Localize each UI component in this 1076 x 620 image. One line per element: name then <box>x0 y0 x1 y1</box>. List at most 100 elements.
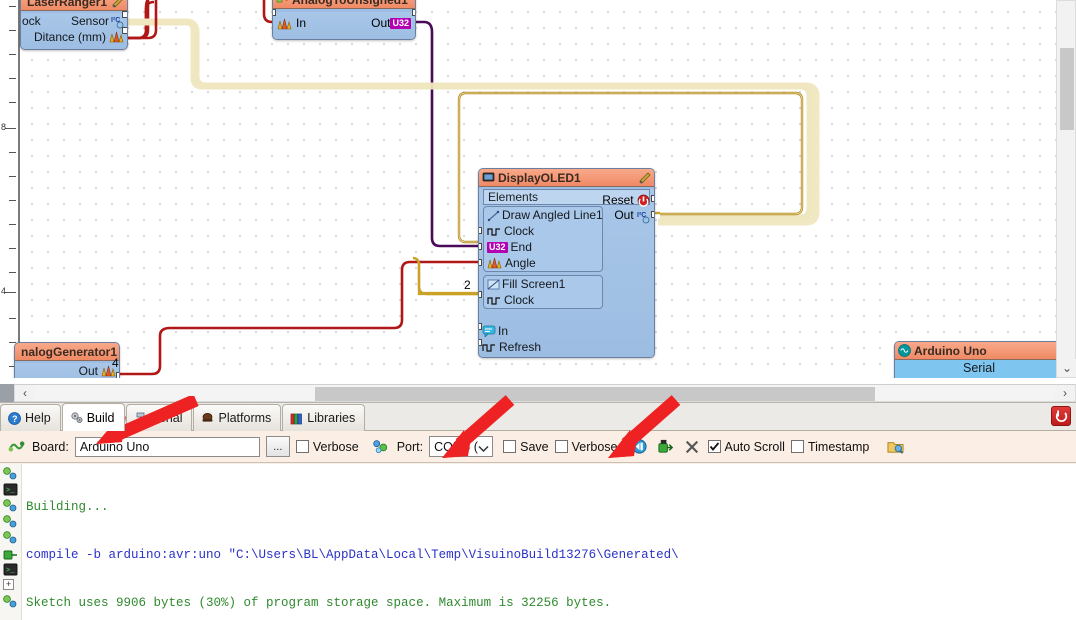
pin-out-right[interactable] <box>116 372 119 378</box>
element-title-label: Fill Screen1 <box>502 277 566 291</box>
svg-text:>_: >_ <box>6 567 15 575</box>
timestamp-checkbox[interactable]: Timestamp <box>790 439 870 454</box>
expander-toggle[interactable]: + <box>3 579 14 590</box>
pin-sensor-out[interactable] <box>122 11 127 18</box>
tab-help[interactable]: ? Help <box>0 404 61 431</box>
verbose-upload-checkbox[interactable]: Verbose <box>554 440 618 454</box>
reset-icon <box>637 194 650 208</box>
tab-label: Build <box>86 410 115 425</box>
pin-end[interactable] <box>479 243 482 250</box>
pin-row-end[interactable]: U32 End <box>484 239 602 255</box>
pin-row-angle[interactable]: Angle <box>484 255 602 271</box>
horizontal-scrollbar-thumb[interactable] <box>315 387 875 401</box>
tab-platforms[interactable]: Platforms <box>193 404 282 431</box>
pin-row-out[interactable]: Out I²C <box>602 208 650 224</box>
component-title-label: AnalogToUnsigned1 <box>289 0 412 7</box>
checkbox-box[interactable] <box>503 440 517 453</box>
component-analog-generator[interactable]: nalogGenerator1 Out <box>14 342 120 378</box>
scroll-left-button[interactable]: ‹ <box>15 385 35 401</box>
element-group-fill-screen[interactable]: Fill Screen1 Clock <box>483 275 603 309</box>
clock-icon <box>487 226 501 237</box>
pin-row-distance[interactable]: Ditance (mm) <box>21 29 127 45</box>
pin-distance-out[interactable] <box>122 27 127 34</box>
pin-label-in: In <box>498 324 509 338</box>
auto-scroll-checkbox[interactable]: Auto Scroll <box>707 440 785 454</box>
horizontal-scrollbar[interactable]: ‹ › <box>14 384 1076 402</box>
pin-in-left[interactable] <box>479 323 482 330</box>
visuino-window: 8 4 LaserRanger1 Sensor I²C Ditance (mm)… <box>0 0 1076 620</box>
pin-refresh-left[interactable] <box>479 339 482 346</box>
component-display-oled[interactable]: DisplayOLED1 Reset Out I²C Elements Draw… <box>478 168 655 358</box>
open-folder-icon[interactable] <box>885 437 905 457</box>
pin-out[interactable] <box>412 9 415 16</box>
scroll-down-button[interactable]: ⌄ <box>1058 359 1076 377</box>
pin-row-clock2[interactable]: Clock <box>484 292 602 308</box>
gears-icon <box>2 466 19 481</box>
timestamp-label: Timestamp <box>807 439 870 454</box>
platforms-icon <box>201 412 214 425</box>
pin-angle[interactable] <box>479 259 482 266</box>
component-arduino-uno[interactable]: Arduino Uno Serial <box>894 341 1064 378</box>
diagram-canvas[interactable]: 8 4 LaserRanger1 Sensor I²C Ditance (mm)… <box>0 0 1076 378</box>
port-select[interactable]: COM5 ( <box>429 436 494 457</box>
pin-label-out: Out <box>371 16 391 30</box>
scroll-right-button[interactable]: › <box>1055 385 1075 401</box>
gears-icon <box>2 594 19 609</box>
checkbox-box[interactable] <box>295 440 309 453</box>
compile-icon[interactable] <box>630 437 650 457</box>
console-lines: Building... compile -b arduino:avr:uno "… <box>26 467 1076 620</box>
u32-badge-icon: U32 <box>487 241 508 253</box>
save-label: Save <box>520 439 549 454</box>
wire-label-4: 4 <box>112 356 119 370</box>
component-title-bar: AnalogToUnsigned1 <box>273 0 415 9</box>
pin-label-end: End <box>510 240 532 254</box>
console-line: Building... <box>26 500 109 514</box>
component-analog-to-unsigned[interactable]: AnalogToUnsigned1 In Out U32 <box>272 0 416 40</box>
pin-reset-right[interactable] <box>651 195 654 202</box>
checkbox-box[interactable] <box>707 440 721 453</box>
pin-row-serial[interactable]: Serial <box>895 360 1063 376</box>
tab-build[interactable]: Build <box>61 403 125 431</box>
pin-row-in[interactable]: In <box>479 323 654 339</box>
browse-label: ... <box>273 440 283 453</box>
pin-label-reset: Reset <box>602 193 634 207</box>
pin-row-reset[interactable]: Reset <box>602 193 650 208</box>
i2c-icon: I²C <box>637 210 650 224</box>
clear-x-icon[interactable] <box>682 437 702 457</box>
checkbox-box[interactable] <box>554 440 568 453</box>
chevron-down-icon: ⌄ <box>1061 361 1073 375</box>
component-title-bar: LaserRanger1 <box>21 0 127 11</box>
pin-row-clock[interactable]: Clock <box>484 223 602 239</box>
console-line: compile -b arduino:avr:uno "C:\Users\BL\… <box>26 548 679 562</box>
arduino-icon <box>898 344 911 357</box>
pin-out-right[interactable] <box>651 211 654 218</box>
pin-row-out[interactable]: Out <box>15 363 119 378</box>
vertical-scrollbar-thumb[interactable] <box>1060 48 1074 130</box>
save-checkbox[interactable]: Save <box>503 440 549 454</box>
tab-strip: ? Help Build Serial Platforms Libraries <box>0 403 1076 431</box>
build-console[interactable]: >_ >_ + Building... compile -b arduino:a… <box>0 464 1076 620</box>
board-input[interactable] <box>74 436 260 457</box>
upload-icon[interactable] <box>656 437 676 457</box>
pin-label-angle: Angle <box>505 256 536 270</box>
board-browse-button[interactable]: ... <box>265 436 290 457</box>
element-group-draw-angled-line[interactable]: Draw Angled Line1 Clock U32 End Angle <box>483 206 603 272</box>
vertical-scrollbar[interactable]: ⌄ <box>1056 0 1076 378</box>
console-icon: >_ <box>2 562 19 577</box>
tab-label: Serial <box>150 411 183 425</box>
tab-serial[interactable]: Serial <box>125 404 193 431</box>
component-title-label: Arduino Uno <box>914 343 987 358</box>
pin-label-refresh: Refresh <box>499 340 542 354</box>
element-title-row: Fill Screen1 <box>484 276 602 292</box>
verbose-build-checkbox[interactable]: Verbose <box>295 440 359 454</box>
pin-label-in: In <box>296 16 307 30</box>
pin-clock-2[interactable] <box>479 291 482 298</box>
tab-libraries[interactable]: Libraries <box>282 404 366 431</box>
stop-button[interactable] <box>1051 406 1071 426</box>
pin-row-refresh[interactable]: Refresh <box>479 339 654 355</box>
pin-clock-1[interactable] <box>479 227 482 234</box>
scrollbar-corner <box>0 384 14 402</box>
checkbox-box[interactable] <box>790 440 804 453</box>
pin-in[interactable] <box>273 9 276 16</box>
angled-line-icon <box>487 209 500 222</box>
